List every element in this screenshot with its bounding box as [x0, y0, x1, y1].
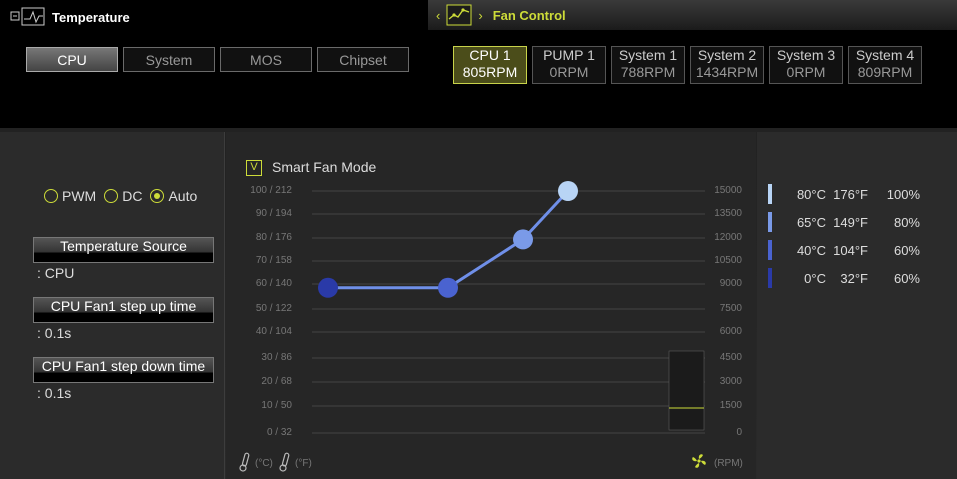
legend-percent: 60% — [893, 242, 920, 258]
y-right-tick-label: 10500 — [714, 255, 742, 266]
y-right-tick-label: 3000 — [719, 376, 742, 387]
legend-celsius: 0°C — [804, 270, 826, 286]
curve-point-2[interactable] — [438, 277, 458, 298]
legend-color-bar — [768, 268, 772, 288]
y-left-tick-label: 70 / 158 — [255, 255, 292, 266]
legend-celsius: 40°C — [796, 242, 826, 258]
legend-row: 40°C 104°F 60% — [768, 240, 920, 260]
celsius-thermometer-icon — [239, 452, 250, 472]
legend-row: 80°C 176°F 100% — [768, 184, 920, 204]
legend-fahrenheit: 32°F — [840, 270, 868, 286]
legend-fahrenheit: 176°F — [833, 186, 868, 202]
y-left-tick-label: 30 / 86 — [261, 352, 292, 363]
y-left-tick-label: 0 / 32 — [266, 427, 292, 438]
y-right-tick-label: 15000 — [714, 185, 742, 196]
legend-row: 0°C 32°F 60% — [768, 268, 920, 288]
fahrenheit-thermometer-icon — [279, 452, 290, 472]
legend-color-bar — [768, 240, 772, 260]
legend-percent: 100% — [886, 186, 920, 202]
y-right-tick-label: 7500 — [719, 303, 742, 314]
legend-color-bar — [768, 212, 772, 232]
y-right-tick-label: 1500 — [719, 400, 742, 411]
y-left-tick-label: 100 / 212 — [250, 185, 292, 196]
legend-percent: 60% — [893, 270, 920, 286]
rpm-unit: (RPM) — [714, 458, 743, 469]
legend-celsius: 65°C — [796, 214, 826, 230]
y-left-tick-label: 20 / 68 — [261, 376, 292, 387]
legend-fahrenheit: 149°F — [833, 214, 868, 230]
y-right-tick-label: 13500 — [714, 208, 742, 219]
y-left-tick-label: 10 / 50 — [261, 400, 292, 411]
celsius-unit: (°C) — [255, 458, 273, 469]
curve-point-1[interactable] — [318, 277, 338, 298]
fan-icon — [692, 454, 706, 468]
legend-color-bar — [768, 184, 772, 204]
y-left-tick-label: 50 / 122 — [255, 303, 292, 314]
legend-celsius: 80°C — [796, 186, 826, 202]
legend-fahrenheit: 104°F — [833, 242, 868, 258]
fahrenheit-unit: (°F) — [295, 458, 312, 469]
y-left-tick-label: 60 / 140 — [255, 278, 292, 289]
y-right-tick-label: 12000 — [714, 232, 742, 243]
y-left-tick-label: 80 / 176 — [255, 232, 292, 243]
y-right-tick-label: 9000 — [719, 278, 742, 289]
y-right-tick-label: 0 — [736, 427, 742, 438]
curve-point-4[interactable] — [558, 181, 578, 201]
y-right-tick-label: 6000 — [719, 326, 742, 337]
curve-point-3[interactable] — [513, 229, 533, 250]
y-left-tick-label: 90 / 194 — [255, 208, 292, 219]
y-left-tick-label: 40 / 104 — [255, 326, 292, 337]
y-right-tick-label: 4500 — [719, 352, 742, 363]
legend-row: 65°C 149°F 80% — [768, 212, 920, 232]
legend-percent: 80% — [893, 214, 920, 230]
